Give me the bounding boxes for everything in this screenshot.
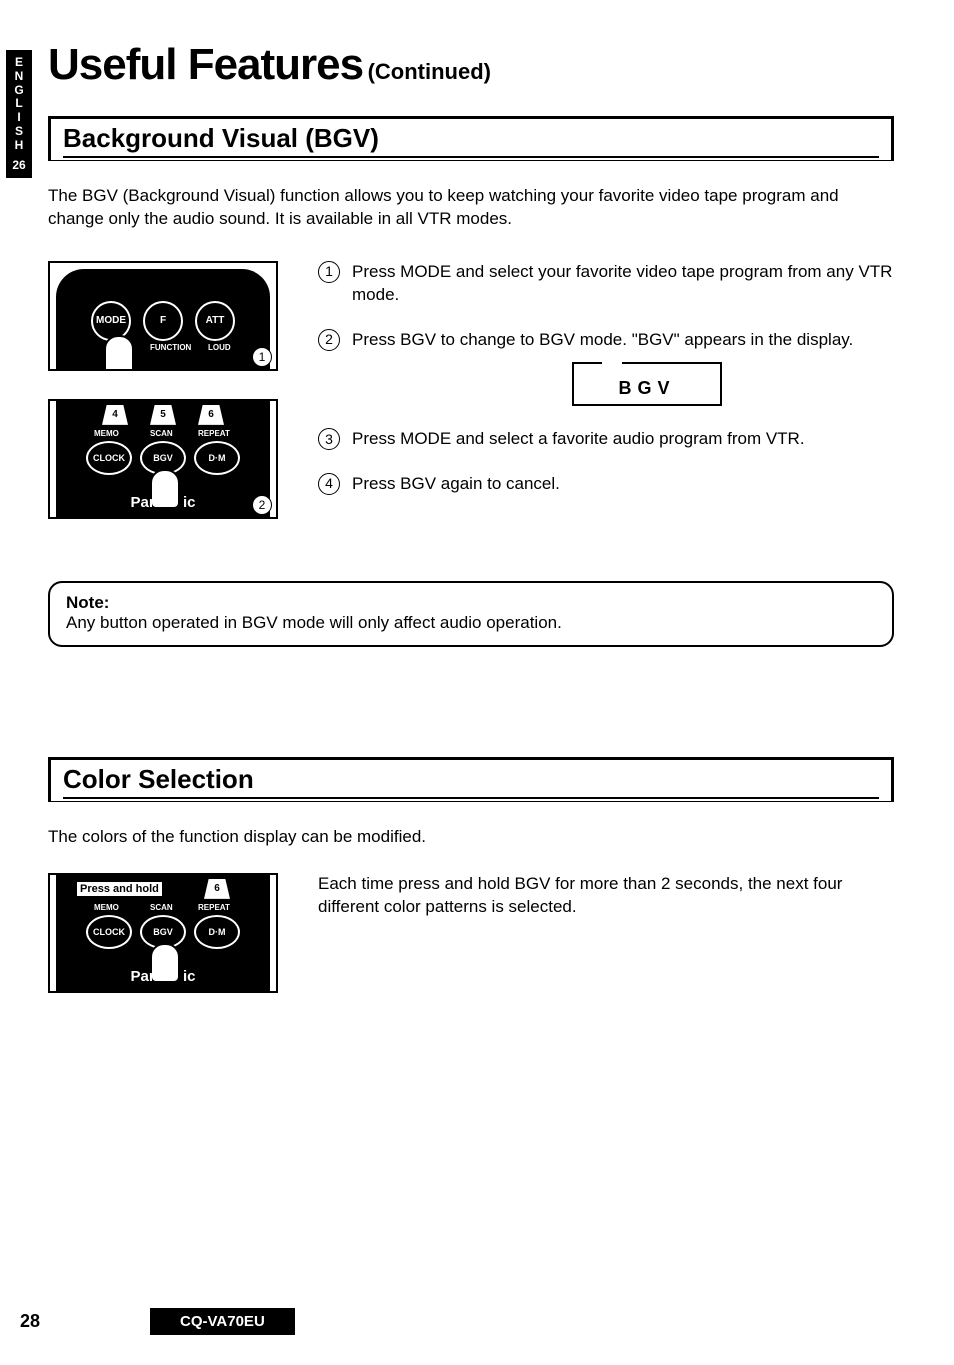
figure-mode-button: MODE F ATT FUNCTION LOUD 1 xyxy=(48,261,278,371)
section-heading-bgv: Background Visual (BGV) xyxy=(48,116,894,161)
figure-marker-2: 2 xyxy=(252,495,272,515)
step-4: 4Press BGV again to cancel. xyxy=(318,473,894,496)
tab-page-number: 26 xyxy=(6,159,32,173)
page-number: 28 xyxy=(20,1311,40,1332)
note-label: Note: xyxy=(66,593,109,612)
att-button-icon: ATT xyxy=(195,301,235,341)
step-1: 1Press MODE and select your favorite vid… xyxy=(318,261,894,307)
color-intro: The colors of the function display can b… xyxy=(48,826,894,849)
bgv-intro: The BGV (Background Visual) function all… xyxy=(48,185,894,231)
language-tab: E N G L I S H 26 xyxy=(6,50,32,178)
step-2: 2Press BGV to change to BGV mode. "BGV" … xyxy=(318,329,894,406)
dm-button-icon: D·M xyxy=(194,915,240,949)
mode-button-icon: MODE xyxy=(91,301,131,341)
section-heading-color: Color Selection xyxy=(48,757,894,802)
model-badge: CQ-VA70EU xyxy=(150,1308,295,1335)
step-3: 3Press MODE and select a favorite audio … xyxy=(318,428,894,451)
dm-button-icon: D·M xyxy=(194,441,240,475)
clock-button-icon: CLOCK xyxy=(86,915,132,949)
note-box: Note: Any button operated in BGV mode wi… xyxy=(48,581,894,647)
f-button-icon: F xyxy=(143,301,183,341)
press-and-hold-label: Press and hold xyxy=(76,881,163,897)
bgv-steps: 1Press MODE and select your favorite vid… xyxy=(318,261,894,496)
figure-marker-1: 1 xyxy=(252,347,272,367)
figure-bgv-button: 4 5 6 MEMO SCAN REPEAT CLOCK BGV D·M Pan… xyxy=(48,399,278,519)
finger-icon xyxy=(104,335,134,371)
bgv-display-indicator: BGV xyxy=(572,362,722,406)
color-body: Each time press and hold BGV for more th… xyxy=(318,873,894,919)
page-title: Useful Features xyxy=(48,40,363,89)
note-text: Any button operated in BGV mode will onl… xyxy=(66,613,562,632)
clock-button-icon: CLOCK xyxy=(86,441,132,475)
figure-color-selection: Press and hold 6 MEMO SCAN REPEAT CLOCK … xyxy=(48,873,278,993)
title-suffix: (Continued) xyxy=(368,59,491,84)
